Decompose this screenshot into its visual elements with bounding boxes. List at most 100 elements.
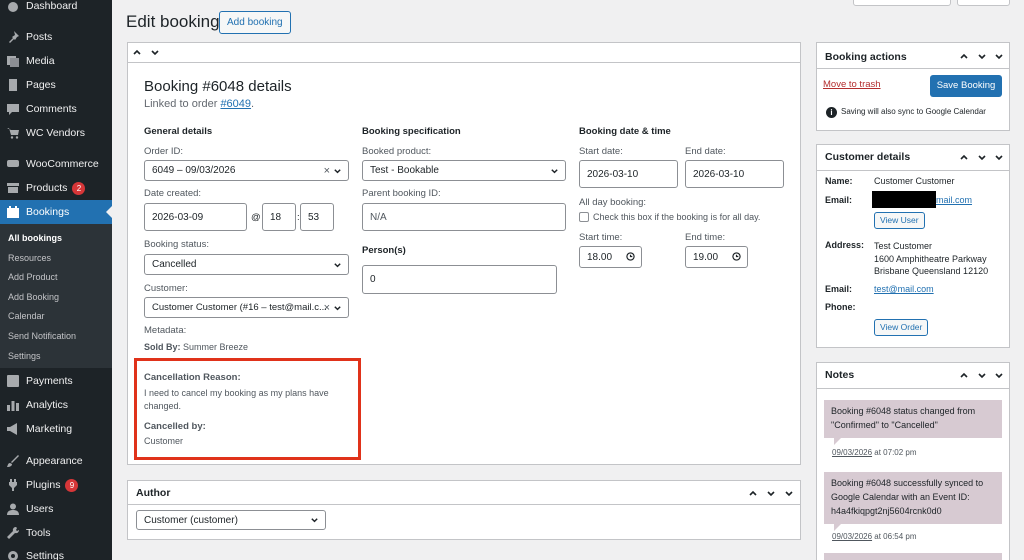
move-down-icon[interactable]	[977, 152, 987, 164]
woo-icon	[6, 157, 20, 171]
help-button[interactable]	[957, 0, 1010, 6]
toggle-panel-icon[interactable]	[784, 488, 794, 500]
customer-email2-link[interactable]: test@mail.com	[874, 284, 934, 294]
minute-input[interactable]: 53	[300, 203, 334, 231]
move-down-icon[interactable]	[977, 370, 987, 382]
booking-datetime-heading: Booking date & time	[579, 126, 671, 137]
menu-users[interactable]: Users	[0, 497, 112, 521]
menu-settings[interactable]: Settings	[0, 544, 112, 560]
menu-media[interactable]: Media	[0, 49, 112, 73]
view-user-button[interactable]: View User	[874, 212, 925, 229]
menu-analytics[interactable]: Analytics	[0, 393, 112, 417]
order-id-label: Order ID:	[144, 146, 184, 157]
booking-specification-heading: Booking specification	[362, 126, 461, 137]
note-tail	[834, 524, 841, 531]
plugins-count-badge: 9	[65, 478, 79, 492]
menu-posts[interactable]: Posts	[0, 25, 112, 49]
menu-wc-vendors[interactable]: WC Vendors	[0, 121, 112, 145]
chevron-down-icon	[550, 167, 559, 179]
archive-icon	[6, 181, 20, 195]
parent-booking-input[interactable]: N/A	[362, 203, 566, 231]
menu-plugins[interactable]: Plugins 9	[0, 473, 112, 497]
move-to-trash-link[interactable]: Move to trash	[823, 79, 881, 90]
settings-icon	[6, 549, 20, 560]
all-day-label: All day booking:	[579, 197, 647, 208]
linked-order-link[interactable]: #6049	[220, 98, 251, 110]
submenu-resources[interactable]: Resources	[8, 251, 51, 265]
menu-dashboard[interactable]: Dashboard	[0, 0, 112, 18]
notes-title: Notes	[825, 369, 855, 381]
move-down-icon[interactable]	[766, 488, 776, 500]
all-day-description: Check this box if the booking is for all…	[593, 212, 761, 222]
move-up-icon[interactable]	[959, 370, 969, 382]
menu-pages[interactable]: Pages	[0, 73, 112, 97]
start-time-label: Start time:	[579, 232, 623, 243]
note-item-partial	[824, 553, 1002, 560]
hour-input[interactable]: 18	[262, 203, 296, 231]
clear-icon[interactable]: ×	[324, 302, 330, 314]
toggle-panel-icon[interactable]	[994, 152, 1004, 164]
submenu-settings[interactable]: Settings	[8, 349, 41, 363]
pin-icon	[6, 30, 20, 44]
cancelled-by-label: Cancelled by:	[144, 421, 206, 432]
submenu-calendar[interactable]: Calendar	[8, 309, 45, 323]
booking-status-select[interactable]: Cancelled	[144, 254, 349, 275]
move-down-icon[interactable]	[977, 51, 987, 63]
menu-bookings[interactable]: Bookings	[0, 200, 112, 224]
screen-options-button[interactable]	[853, 0, 951, 6]
booked-product-select[interactable]: Test - Bookable	[362, 160, 566, 181]
move-up-icon[interactable]	[748, 488, 758, 500]
end-time-label: End time:	[685, 232, 726, 243]
start-time-input[interactable]: 18.00	[579, 246, 642, 268]
move-up-icon[interactable]	[959, 51, 969, 63]
megaphone-icon	[6, 422, 20, 436]
order-id-select[interactable]: 6049 – 09/03/2026 ×	[144, 160, 349, 181]
metadata-label: Metadata:	[144, 325, 187, 336]
add-booking-button[interactable]: Add booking	[219, 11, 291, 34]
move-up-icon[interactable]	[959, 152, 969, 164]
clear-icon[interactable]: ×	[324, 165, 330, 177]
menu-tools[interactable]: Tools	[0, 521, 112, 545]
comments-icon	[6, 102, 20, 116]
persons-heading: Person(s)	[362, 245, 406, 256]
box-header	[128, 43, 800, 63]
move-up-icon[interactable]	[132, 47, 142, 59]
submenu-add-booking[interactable]: Add Booking	[8, 290, 59, 304]
general-details-heading: General details	[144, 126, 213, 137]
move-down-icon[interactable]	[150, 47, 160, 59]
customer-label: Customer:	[144, 283, 188, 294]
view-order-button[interactable]: View Order	[874, 319, 929, 336]
booking-actions-title: Booking actions	[825, 51, 907, 63]
all-day-checkbox[interactable]	[579, 212, 589, 222]
customer-address-label: Address:	[825, 240, 865, 250]
submenu-add-product[interactable]: Add Product	[8, 270, 58, 284]
clock-icon[interactable]	[626, 252, 635, 264]
booked-product-label: Booked product:	[362, 146, 432, 157]
menu-marketing[interactable]: Marketing	[0, 417, 112, 441]
customer-address: Test Customer 1600 Amphitheatre Parkway …	[874, 241, 989, 276]
author-select[interactable]: Customer (customer)	[136, 510, 326, 530]
menu-payments[interactable]: Payments	[0, 369, 112, 393]
menu-woocommerce[interactable]: WooCommerce	[0, 152, 112, 176]
start-date-input[interactable]: 2026-03-10	[579, 160, 678, 188]
note-item: Booking #6048 successfully synced to Goo…	[824, 472, 1002, 524]
note-tail	[834, 438, 841, 445]
author-title: Author	[136, 487, 171, 499]
submenu-send-notification[interactable]: Send Notification	[8, 329, 76, 343]
toggle-panel-icon[interactable]	[994, 51, 1004, 63]
chevron-down-icon	[310, 516, 319, 528]
save-booking-button[interactable]: Save Booking	[930, 75, 1002, 97]
date-created-input[interactable]: 2026-03-09	[144, 203, 247, 231]
menu-comments[interactable]: Comments	[0, 97, 112, 121]
submenu-all-bookings[interactable]: All bookings	[8, 231, 62, 245]
end-date-input[interactable]: 2026-03-10	[685, 160, 784, 188]
customer-email-link[interactable]: mail.com	[936, 195, 972, 205]
customer-select[interactable]: Customer Customer (#16 – test@mail.c... ×	[144, 297, 349, 318]
menu-products[interactable]: Products 2	[0, 176, 112, 200]
toggle-panel-icon[interactable]	[994, 370, 1004, 382]
customer-email-label: Email:	[825, 195, 853, 205]
clock-icon[interactable]	[732, 252, 741, 264]
end-time-input[interactable]: 19.00	[685, 246, 748, 268]
persons-input[interactable]: 0	[362, 265, 557, 294]
menu-appearance[interactable]: Appearance	[0, 449, 112, 473]
